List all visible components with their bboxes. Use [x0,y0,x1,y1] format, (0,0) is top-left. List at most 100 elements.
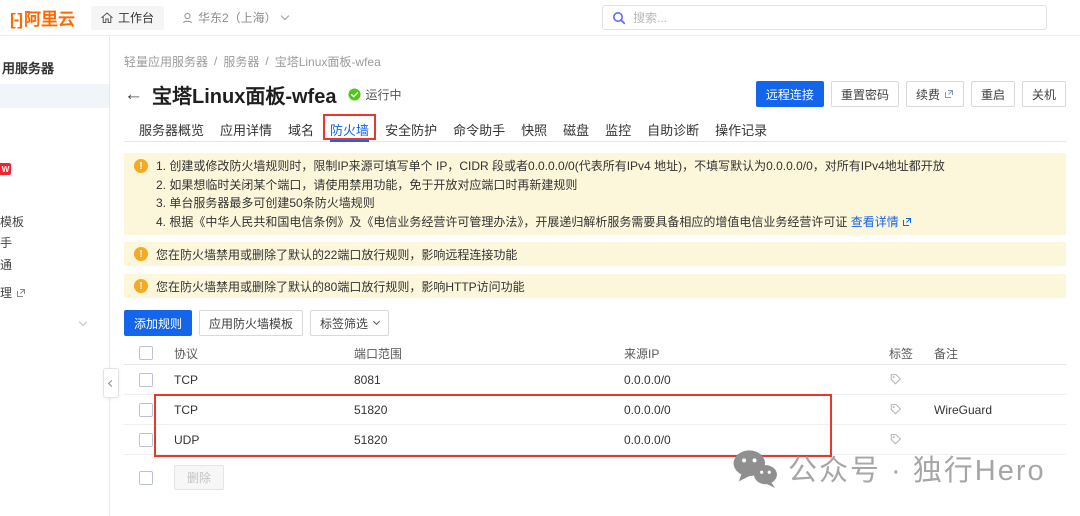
firewall-info-notice: ! 1. 创建或修改防火墙规则时，限制IP来源可填写单个 IP，CIDR 段或者… [124,153,1066,235]
cell-source-ip: 0.0.0.0/0 [624,403,889,417]
cell-remark: WireGuard [934,403,1066,417]
sidebar-item-assistant[interactable]: 手 [0,234,12,251]
sidebar-title: 用服务器 [2,58,54,77]
delete-button[interactable]: 删除 [174,465,224,490]
check-circle-icon [348,88,361,101]
tab-firewall[interactable]: 防火墙 [330,116,369,142]
warning-icon: ! [134,159,148,173]
sidebar-expand-chevron[interactable] [80,312,86,330]
add-rule-button[interactable]: 添加规则 [124,310,192,336]
sidebar-item-selected[interactable] [0,84,109,108]
sidebar: 用服务器 W 模板 手 通 理 [0,36,110,516]
row-checkbox[interactable] [139,373,153,387]
renew-button[interactable]: 续费 [906,81,964,107]
cell-port-range: 51820 [354,403,624,417]
tab-security[interactable]: 安全防护 [385,116,437,141]
sidebar-item-manage[interactable]: 理 [0,284,26,301]
notice-line: 1. 创建或修改防火墙规则时，限制IP来源可填写单个 IP，CIDR 段或者0.… [156,157,945,176]
notice-line: 2. 如果想临时关闭某个端口，请使用禁用功能，免于开放对应端口时再新建规则 [156,176,945,195]
sidebar-item-label: 模板 [0,213,24,230]
renew-label: 续费 [916,86,940,103]
restart-button[interactable]: 重启 [971,81,1015,107]
top-bar: [-] 阿里云 工作台 华东2（上海） [0,0,1080,36]
breadcrumb: 轻量应用服务器 / 服务器 / 宝塔Linux面板-wfea [124,36,1066,68]
external-link-icon [16,288,26,298]
aliyun-logo[interactable]: [-] 阿里云 [10,5,75,30]
page-title: 宝塔Linux面板-wfea [152,80,336,109]
row-checkbox[interactable] [139,433,153,447]
notice-line: 3. 单台服务器最多可创建50条防火墙规则 [156,194,945,213]
sidebar-collapse-handle[interactable] [103,368,119,398]
tag-icon [889,433,902,446]
tab-snapshot[interactable]: 快照 [521,116,547,141]
global-search[interactable] [602,5,1047,30]
chevron-left-icon [107,379,114,386]
aliyun-logo-text: 阿里云 [24,5,75,30]
remote-connect-button[interactable]: 远程连接 [756,81,824,107]
batch-select-checkbox[interactable] [139,471,153,485]
view-details-link[interactable]: 查看详情 [851,213,912,232]
sidebar-item-label: 通 [0,256,12,273]
sidebar-item-label: 理 [0,284,12,301]
tab-disk[interactable]: 磁盘 [563,116,589,141]
cell-port-range: 8081 [354,373,624,387]
new-badge: W [0,163,11,175]
warning-icon: ! [134,247,148,261]
main-content: 轻量应用服务器 / 服务器 / 宝塔Linux面板-wfea ← 宝塔Linux… [110,36,1080,516]
external-link-icon [944,89,954,99]
warning-icon: ! [134,279,148,293]
tab-server-overview[interactable]: 服务器概览 [139,116,204,141]
notice-text: 您在防火墙禁用或删除了默认的22端口放行规则，影响远程连接功能 [156,246,517,263]
column-tag: 标签 [889,345,934,362]
search-input[interactable] [633,11,1037,25]
status-label: 运行中 [365,86,401,103]
region-selector[interactable]: 华东2（上海） [182,9,288,26]
port80-warning-notice: ! 您在防火墙禁用或删除了默认的80端口放行规则，影响HTTP访问功能 [124,274,1066,298]
tab-domain[interactable]: 域名 [288,116,314,141]
back-button[interactable]: ← [124,85,143,104]
tag-icon [889,403,902,416]
sidebar-item-label: 手 [0,234,12,251]
sidebar-item-network[interactable]: 通 [0,256,12,273]
workbench-button[interactable]: 工作台 [91,6,164,30]
aliyun-console-page: [-] 阿里云 工作台 华东2（上海） [0,0,1080,516]
table-row: TCP 51820 0.0.0.0/0 WireGuard [124,395,1066,425]
notice-line: 4. 根据《中华人民共和国电信条例》及《电信业务经营许可管理办法》，开展递归解析… [156,213,945,232]
tab-app-details[interactable]: 应用详情 [220,116,272,141]
cell-port-range: 51820 [354,433,624,447]
tab-command-assistant[interactable]: 命令助手 [453,116,505,141]
chevron-down-icon [373,318,380,325]
port22-warning-notice: ! 您在防火墙禁用或删除了默认的22端口放行规则，影响远程连接功能 [124,242,1066,266]
cell-protocol: TCP [174,403,354,417]
breadcrumb-item-service[interactable]: 轻量应用服务器 [124,53,208,70]
tab-monitor[interactable]: 监控 [605,116,631,141]
cell-source-ip: 0.0.0.0/0 [624,433,889,447]
notice-text: 您在防火墙禁用或删除了默认的80端口放行规则，影响HTTP访问功能 [156,278,525,295]
select-all-checkbox[interactable] [139,346,153,360]
home-icon [101,12,113,24]
search-icon [612,11,626,25]
tab-bar: 服务器概览 应用详情 域名 防火墙 安全防护 命令助手 快照 磁盘 监控 自助诊… [124,116,1066,142]
breadcrumb-item-servers[interactable]: 服务器 [223,53,259,70]
cell-protocol: TCP [174,373,354,387]
sidebar-item-template[interactable]: 模板 [0,213,24,230]
cell-protocol: UDP [174,433,354,447]
status-badge: 运行中 [348,86,401,103]
cell-source-ip: 0.0.0.0/0 [624,373,889,387]
server-actions: 远程连接 重置密码 续费 重启 关机 [756,81,1066,107]
tab-self-diagnosis[interactable]: 自助诊断 [647,116,699,141]
shutdown-button[interactable]: 关机 [1022,81,1066,107]
firewall-rules-table: 协议 端口范围 来源IP 标签 备注 TCP 8081 0.0.0.0/0 [124,342,1066,490]
tag-filter-dropdown[interactable]: 标签筛选 [310,310,389,336]
column-remark: 备注 [934,345,1066,362]
workbench-label: 工作台 [118,9,154,26]
page-header: ← 宝塔Linux面板-wfea 运行中 远程连接 重置密码 续费 [124,80,1066,108]
chevron-down-icon [280,12,288,20]
notice-lines: 1. 创建或修改防火墙规则时，限制IP来源可填写单个 IP，CIDR 段或者0.… [156,157,945,231]
breadcrumb-separator: / [214,54,217,68]
column-port-range: 端口范围 [354,345,624,362]
row-checkbox[interactable] [139,403,153,417]
reset-password-button[interactable]: 重置密码 [831,81,899,107]
apply-firewall-template-button[interactable]: 应用防火墙模板 [199,310,303,336]
tab-operation-log[interactable]: 操作记录 [715,116,767,141]
